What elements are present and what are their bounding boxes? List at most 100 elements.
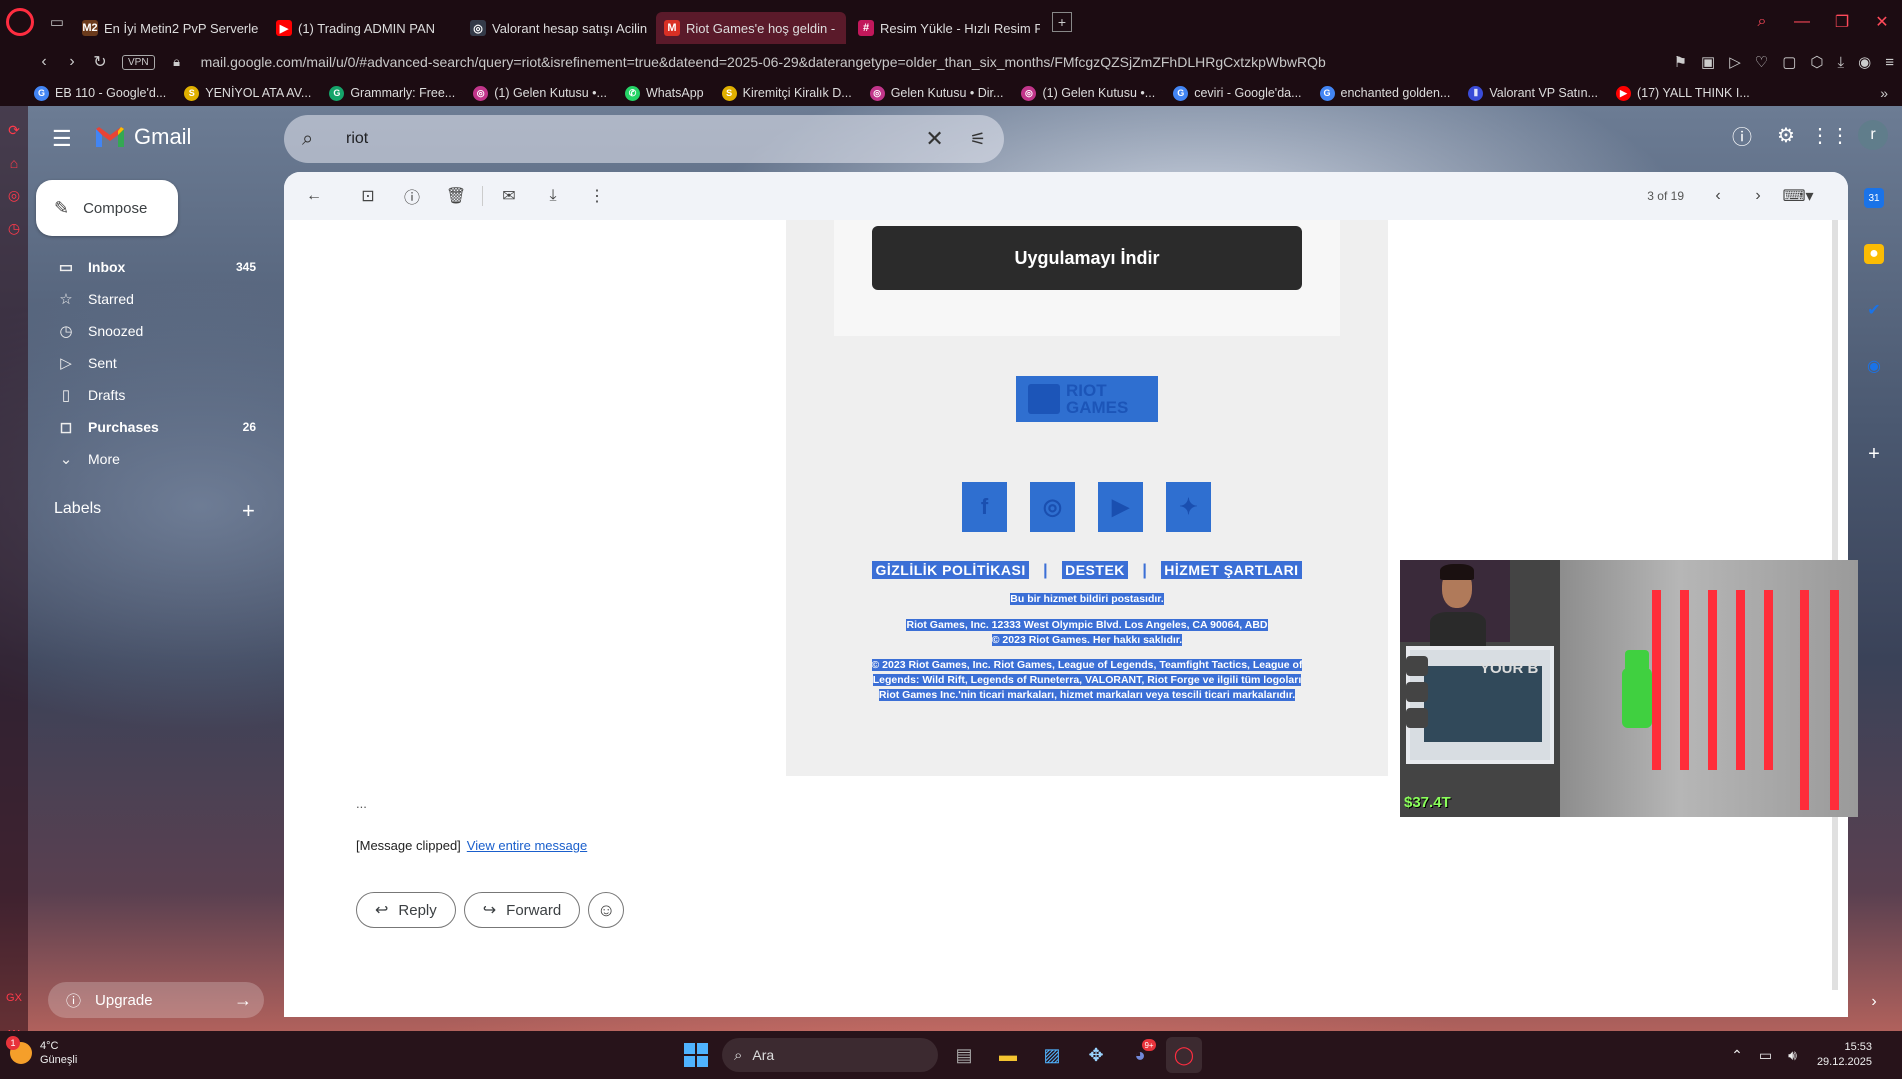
search-tabs-icon[interactable]: ⌕ <box>1742 13 1782 31</box>
opera-sidebar-icon-4[interactable]: ◷ <box>0 220 28 237</box>
contacts-icon[interactable]: ◉ <box>1864 356 1884 376</box>
maximize-button[interactable]: ❐ <box>1822 12 1862 32</box>
forward-icon[interactable]: › <box>58 53 86 71</box>
bookmark-item[interactable]: ✆ WhatsApp <box>624 85 704 101</box>
clock[interactable]: 15:53 29.12.2025 <box>1817 1040 1872 1070</box>
add-label-icon[interactable]: + <box>242 498 255 524</box>
search-input[interactable]: riot <box>346 130 925 148</box>
bookmark-item[interactable]: ◎ (1) Gelen Kutusu •... <box>1021 85 1155 101</box>
gmail-logo[interactable]: Gmail <box>94 124 191 150</box>
profile-icon[interactable]: ◉ <box>1858 53 1871 71</box>
bookmark-item[interactable]: ◎ Gelen Kutusu • Dir... <box>869 85 1003 101</box>
facebook-icon[interactable]: f <box>962 482 1007 532</box>
mark-unread-icon[interactable]: ✉ <box>487 186 531 206</box>
more-options-icon[interactable]: ⋮ <box>575 186 619 206</box>
file-explorer-icon[interactable]: ▬ <box>990 1037 1026 1073</box>
compose-button[interactable]: ✎ Compose <box>36 180 178 236</box>
bookmark-item[interactable]: S Kiremitçi Kiralık D... <box>721 85 852 101</box>
nav-item-inbox[interactable]: ▭ Inbox 345 <box>28 251 268 283</box>
minimize-button[interactable]: — <box>1782 13 1822 31</box>
back-icon[interactable]: ‹ <box>30 53 58 71</box>
photos-icon[interactable]: ▨ <box>1034 1037 1070 1073</box>
reload-icon[interactable]: ↻ <box>86 52 114 72</box>
input-tools-icon[interactable]: ⌨▾ <box>1778 186 1818 206</box>
report-spam-icon[interactable]: ⓘ <box>390 184 434 208</box>
volume-icon[interactable]: 🔊︎ <box>1788 1047 1797 1064</box>
nav-item-starred[interactable]: ☆ Starred <box>28 283 268 315</box>
browser-tab[interactable]: M2 En İyi Metin2 PvP Serverle <box>74 12 264 44</box>
search-icon[interactable]: ⌕ <box>302 128 326 151</box>
discord-icon[interactable]: ◕ 9+ <box>1122 1037 1158 1073</box>
avatar[interactable]: r <box>1858 120 1888 150</box>
back-to-list-icon[interactable]: ← <box>292 187 336 205</box>
bookmark-item[interactable]: S YENİYOL ATA AV... <box>184 85 311 101</box>
keep-icon[interactable]: ● <box>1864 244 1884 264</box>
newer-icon[interactable]: ‹ <box>1698 187 1738 205</box>
url-text[interactable]: mail.google.com/mail/u/0/#advanced-searc… <box>201 54 1326 70</box>
bookmark-item[interactable]: ▶ (17) YALL THINK I... <box>1615 85 1750 101</box>
app-icon[interactable]: ✥ <box>1078 1037 1114 1073</box>
download-app-button[interactable]: Uygulamayı İndir <box>872 226 1302 290</box>
support-link[interactable]: DESTEK <box>1062 561 1128 579</box>
browser-tab[interactable]: ▶ (1) Trading ADMIN PAN <box>268 12 458 44</box>
reply-button[interactable]: ↩ Reply <box>356 892 456 928</box>
delete-icon[interactable]: 🗑︎ <box>434 186 478 206</box>
emoji-reaction-button[interactable]: ☺ <box>588 892 625 928</box>
network-icon[interactable]: ▭ <box>1759 1047 1772 1064</box>
archive-icon[interactable]: ⊡ <box>346 186 390 206</box>
vpn-badge[interactable]: VPN <box>122 54 155 70</box>
picture-in-picture-video[interactable]: YOUR B $37.4T <box>1400 560 1858 817</box>
instagram-icon[interactable]: ◎ <box>1030 482 1075 532</box>
move-to-icon[interactable]: ⤓ <box>531 187 575 205</box>
easy-setup-icon[interactable]: ≡ <box>1885 54 1894 71</box>
windows-start-icon[interactable] <box>684 1043 708 1067</box>
riot-games-logo[interactable]: RIOT GAMES <box>1016 376 1158 422</box>
older-icon[interactable]: › <box>1738 187 1778 205</box>
opera-gx-icon[interactable]: GX <box>0 992 28 1004</box>
heart-icon[interactable]: ♡ <box>1755 53 1768 71</box>
calendar-icon[interactable]: 31 <box>1864 188 1884 208</box>
download-icon[interactable]: ⤓ <box>1838 54 1845 71</box>
opera-sidebar-icon-2[interactable]: ⌂ <box>0 155 28 171</box>
get-addons-icon[interactable]: + <box>1864 443 1884 465</box>
clear-search-icon[interactable]: ✕ <box>925 126 943 152</box>
taskbar-search[interactable]: ⌕ Ara <box>722 1038 938 1072</box>
bookmark-item[interactable]: ◎ (1) Gelen Kutusu •... <box>473 85 607 101</box>
opera-logo-icon[interactable] <box>6 8 34 36</box>
chevron-up-icon[interactable]: ⌃ <box>1731 1047 1743 1064</box>
view-entire-message-link[interactable]: View entire message <box>467 838 587 853</box>
extensions-icon[interactable]: ⬡ <box>1810 53 1823 71</box>
mail-search-bar[interactable]: ⌕ riot ✕ ⚟ <box>284 115 1004 163</box>
browser-tab[interactable]: ◎ Valorant hesap satışı Acilin <box>462 12 652 44</box>
close-button[interactable]: ✕ <box>1862 12 1902 32</box>
bookmark-item[interactable]: G Grammarly: Free... <box>329 85 455 101</box>
nav-item-snoozed[interactable]: ◷ Snoozed <box>28 315 268 347</box>
nav-item-more[interactable]: ⌄ More <box>28 443 268 475</box>
privacy-policy-link[interactable]: GİZLİLİK POLİTİKASI <box>872 561 1029 579</box>
bookmark-item[interactable]: Genchanted golden... <box>1319 85 1450 101</box>
forward-button[interactable]: ↪ Forward <box>463 892 581 928</box>
help-icon[interactable]: ⓘ <box>1720 121 1764 150</box>
youtube-icon[interactable]: ▶ <box>1098 482 1143 532</box>
search-options-icon[interactable]: ⚟ <box>970 129 986 150</box>
terms-of-service-link[interactable]: HİZMET ŞARTLARI <box>1161 561 1302 579</box>
nav-item-sent[interactable]: ▷ Sent <box>28 347 268 379</box>
bookmark-item[interactable]: Gceviri - Google'da... <box>1173 85 1302 101</box>
hide-panel-icon[interactable]: › <box>1864 992 1884 1012</box>
tab-menu-icon[interactable]: ▭ <box>46 11 68 33</box>
weather-widget[interactable]: 1 4°C Güneşli <box>6 1036 77 1067</box>
bookmark-item[interactable]: ⫴ Valorant VP Satın... <box>1468 85 1598 101</box>
twitter-icon[interactable]: ✦ <box>1166 482 1211 532</box>
browser-tab[interactable]: # Resim Yükle - Hızlı Resim P <box>850 12 1040 44</box>
bookmark-item[interactable]: G EB 110 - Google'd... <box>34 85 166 101</box>
bookmark-icon[interactable]: ⚑ <box>1674 53 1687 71</box>
new-tab-button[interactable]: + <box>1052 12 1072 32</box>
opera-gx-taskbar-icon[interactable]: ◯ <box>1166 1037 1202 1073</box>
main-menu-icon[interactable]: ☰ <box>52 127 76 151</box>
nav-item-purchases[interactable]: ◻ Purchases 26 <box>28 411 268 443</box>
opera-sidebar-icon-1[interactable]: ⟳ <box>0 122 28 139</box>
upgrade-button[interactable]: ⓘ Upgrade → <box>48 982 264 1018</box>
browser-tab[interactable]: M Riot Games'e hoş geldin - <box>656 12 846 44</box>
nav-item-drafts[interactable]: ▯ Drafts <box>28 379 268 411</box>
player-icon[interactable]: ▷ <box>1729 53 1741 71</box>
